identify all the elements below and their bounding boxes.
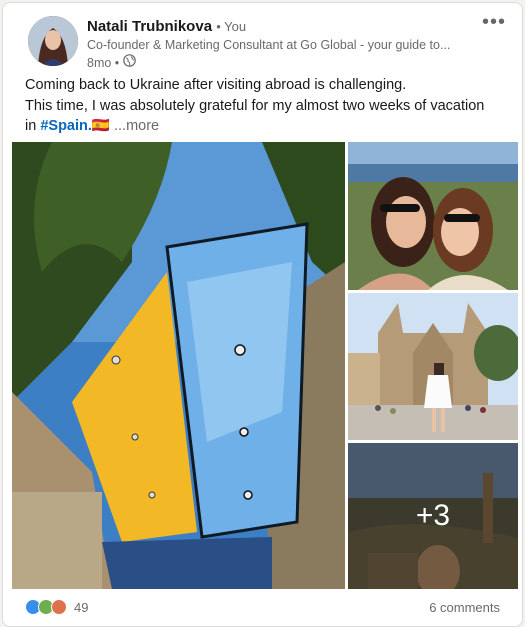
flag-emoji: 🇪🇸 — [91, 118, 110, 134]
more-options-icon[interactable]: ••• — [482, 11, 506, 34]
more-photos-overlay[interactable]: +3 — [348, 443, 518, 589]
hashtag-link[interactable]: #Spain. — [40, 118, 92, 134]
post-line: in — [25, 118, 41, 134]
photo-more[interactable]: +3 — [348, 443, 518, 589]
globe-icon — [123, 54, 136, 72]
author-headline: Co-founder & Marketing Consultant at Go … — [87, 38, 451, 52]
social-counts: 49 6 comments — [25, 596, 500, 618]
avatar-image — [28, 16, 78, 66]
post-text: Coming back to Ukraine after visiting ab… — [25, 75, 505, 137]
photo-main[interactable] — [12, 142, 345, 589]
see-more-button[interactable]: ...more — [114, 118, 159, 134]
post-card: Natali Trubnikova • You Co-founder & Mar… — [2, 2, 523, 627]
love-icon — [51, 599, 67, 615]
photo-selfie[interactable] — [348, 142, 518, 290]
comments-link[interactable]: 6 comments — [429, 600, 500, 615]
photo-cathedral[interactable] — [348, 293, 518, 440]
reaction-count: 49 — [74, 599, 89, 615]
post-line: Coming back to Ukraine after visiting ab… — [25, 77, 407, 93]
post-time: 8mo • — [87, 55, 120, 70]
relation-label: • You — [216, 19, 247, 34]
author-block: Natali Trubnikova • You Co-founder & Mar… — [87, 17, 462, 72]
reactions[interactable]: 49 — [25, 599, 88, 615]
post-line: This time, I was absolutely grateful for… — [25, 97, 485, 114]
avatar[interactable] — [28, 16, 78, 66]
author-name[interactable]: Natali Trubnikova — [87, 18, 212, 35]
